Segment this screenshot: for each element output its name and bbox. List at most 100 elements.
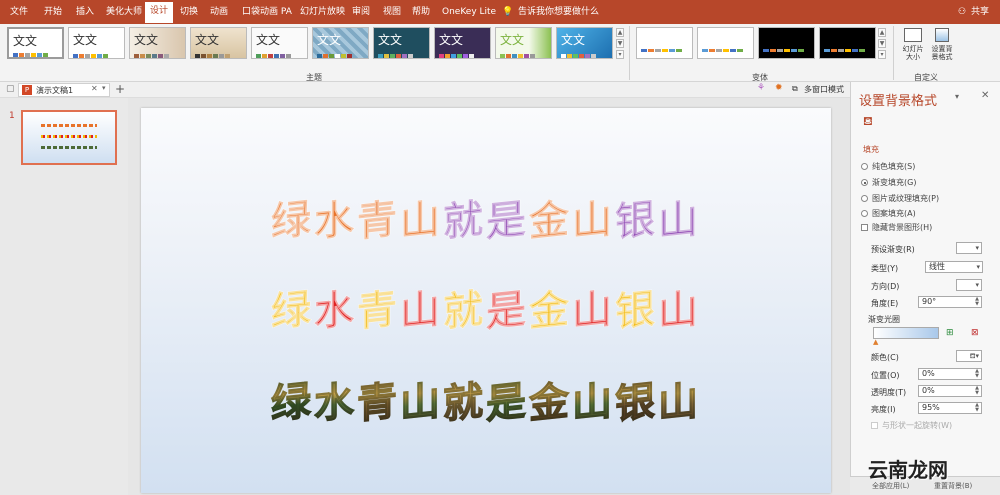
radio-icon[interactable]: [861, 179, 868, 186]
gradient-stop-marker[interactable]: ▲: [873, 338, 878, 346]
close-icon[interactable]: ✕: [981, 90, 989, 101]
transparency-label: 透明度(T): [871, 388, 907, 397]
variant-3[interactable]: [758, 27, 815, 59]
format-background-button[interactable]: 设置背 景格式: [928, 28, 956, 68]
tab-transitions[interactable]: 切换: [180, 0, 198, 24]
share-button[interactable]: 共享: [971, 0, 989, 24]
tab-pocket-animation[interactable]: 口袋动画 PA: [242, 0, 292, 24]
text-char: 山: [572, 368, 616, 431]
variants-scroll-down[interactable]: ▼: [878, 39, 886, 48]
text-char: 水: [314, 285, 358, 337]
tab-insert[interactable]: 插入: [76, 0, 94, 24]
theme-3[interactable]: 文文: [129, 27, 186, 59]
tab-home[interactable]: 开始: [44, 0, 62, 24]
position-input[interactable]: 0% ▲ ▼: [918, 368, 982, 380]
tab-review[interactable]: 审阅: [352, 0, 370, 24]
multiwindow-icon: ⧉: [792, 84, 798, 93]
theme-7[interactable]: 文文: [373, 27, 430, 59]
option-rotate-with-shape[interactable]: 与形状一起旋转(W): [871, 420, 952, 431]
preset-gradient-label: 预设渐变(R): [871, 245, 915, 254]
text-char: 山: [400, 195, 444, 247]
theme-10[interactable]: 文文: [556, 27, 613, 59]
radio-icon[interactable]: [861, 195, 868, 202]
group-divider: [893, 26, 894, 80]
slide-size-button[interactable]: 幻灯片 大小: [900, 28, 926, 68]
new-tab-icon[interactable]: +: [115, 82, 125, 96]
variants-more[interactable]: ▾: [878, 50, 886, 59]
theme-office[interactable]: 文文: [7, 27, 64, 59]
text-char: 绿: [271, 195, 315, 247]
gear-icon[interactable]: ✹: [775, 83, 783, 93]
fill-bucket-icon[interactable]: ⛾: [863, 114, 873, 130]
text-row-photo-fill[interactable]: 绿水青山就是金山银山: [141, 368, 831, 431]
variant-1[interactable]: [636, 27, 693, 59]
option-picture-fill[interactable]: 图片或纹理填充(P): [861, 193, 939, 204]
tab-slideshow[interactable]: 幻灯片放映: [300, 0, 345, 24]
option-hide-bg-graphics[interactable]: 隐藏背景图形(H): [861, 222, 932, 233]
close-icon[interactable]: ✕: [91, 84, 98, 93]
chevron-down-icon[interactable]: ▾: [102, 84, 106, 92]
panel-options-chevron-icon[interactable]: ▾: [955, 92, 959, 101]
text-char: 山: [572, 285, 616, 337]
variant-4[interactable]: [819, 27, 876, 59]
tab-help[interactable]: 帮助: [412, 0, 430, 24]
multiwindow-button[interactable]: 多窗口模式: [804, 84, 844, 95]
angle-label: 角度(E): [871, 299, 899, 308]
theme-8[interactable]: 文文: [434, 27, 491, 59]
slide-canvas[interactable]: 绿水青山就是金山银山 绿水青山就是金山银山 绿水青山就是金山银山: [141, 108, 831, 493]
tab-design[interactable]: 设计: [145, 2, 174, 23]
tab-meihua[interactable]: 美化大师: [106, 0, 142, 24]
checkbox-icon[interactable]: [871, 422, 878, 429]
fill-section-header[interactable]: 填充: [863, 144, 879, 155]
panel-title: 设置背景格式: [859, 94, 938, 109]
theme-5[interactable]: 文文: [251, 27, 308, 59]
option-solid-fill[interactable]: 纯色填充(S): [861, 161, 915, 172]
angle-input[interactable]: 90° ▲ ▼: [918, 296, 982, 308]
brightness-input[interactable]: 95% ▲ ▼: [918, 402, 982, 414]
slide-thumbnail[interactable]: [21, 110, 117, 165]
color-picker-dropdown[interactable]: ⛾▾: [956, 350, 982, 362]
text-char: 绿: [271, 368, 315, 431]
tab-view[interactable]: 视图: [383, 0, 401, 24]
text-char: 山: [572, 195, 616, 247]
transparency-input[interactable]: 0% ▲ ▼: [918, 385, 982, 397]
theme-sample-text: 文文: [439, 33, 464, 47]
tab-animations[interactable]: 动画: [210, 0, 228, 24]
theme-6[interactable]: 文文: [312, 27, 369, 59]
tool-icon[interactable]: ⚘: [757, 83, 765, 93]
themes-scroll-down[interactable]: ▼: [616, 39, 624, 48]
text-char: 水: [314, 368, 358, 431]
themes-scroll-up[interactable]: ▲: [616, 28, 624, 37]
variants-scroll-up[interactable]: ▲: [878, 28, 886, 37]
file-icon: ▢: [6, 84, 15, 94]
preset-gradient-dropdown[interactable]: ▾: [956, 242, 982, 254]
gradient-stop-bar[interactable]: [873, 327, 939, 339]
text-row-orange-purple[interactable]: 绿水青山就是金山银山: [141, 188, 831, 247]
radio-icon[interactable]: [861, 163, 868, 170]
theme-9[interactable]: 文文: [495, 27, 552, 59]
type-select[interactable]: 线性 ▾: [925, 261, 983, 273]
direction-dropdown[interactable]: ▾: [956, 279, 982, 291]
tell-me-search[interactable]: 告诉我你想要做什么: [518, 0, 599, 24]
text-row-yellow-red[interactable]: 绿水青山就是金山银山: [141, 278, 831, 337]
text-char: 山: [658, 368, 702, 431]
option-gradient-fill[interactable]: 渐变填充(G): [861, 177, 916, 188]
doc-tab[interactable]: P 演示文稿1 ✕ ▾: [18, 83, 110, 97]
document-tab-bar: ▢ P 演示文稿1 ✕ ▾ + ⚘ ✹ ⧉ 多窗口模式: [0, 82, 850, 98]
text-char: 山: [400, 368, 444, 431]
position-label: 位置(O): [871, 371, 900, 380]
theme-4[interactable]: 文文: [190, 27, 247, 59]
option-pattern-fill[interactable]: 图案填充(A): [861, 208, 916, 219]
radio-icon[interactable]: [861, 210, 868, 217]
text-char: 金: [529, 195, 573, 247]
text-char: 是: [486, 195, 530, 247]
themes-more[interactable]: ▾: [616, 50, 624, 59]
theme-2[interactable]: 文文: [68, 27, 125, 59]
remove-stop-icon[interactable]: ⊠: [971, 328, 979, 338]
checkbox-icon[interactable]: [861, 224, 868, 231]
variant-2[interactable]: [697, 27, 754, 59]
tab-file[interactable]: 文件: [10, 0, 28, 24]
tab-onekey[interactable]: OneKey Lite: [442, 0, 496, 24]
type-label: 类型(Y): [871, 264, 899, 273]
add-stop-icon[interactable]: ⊞: [946, 328, 954, 338]
